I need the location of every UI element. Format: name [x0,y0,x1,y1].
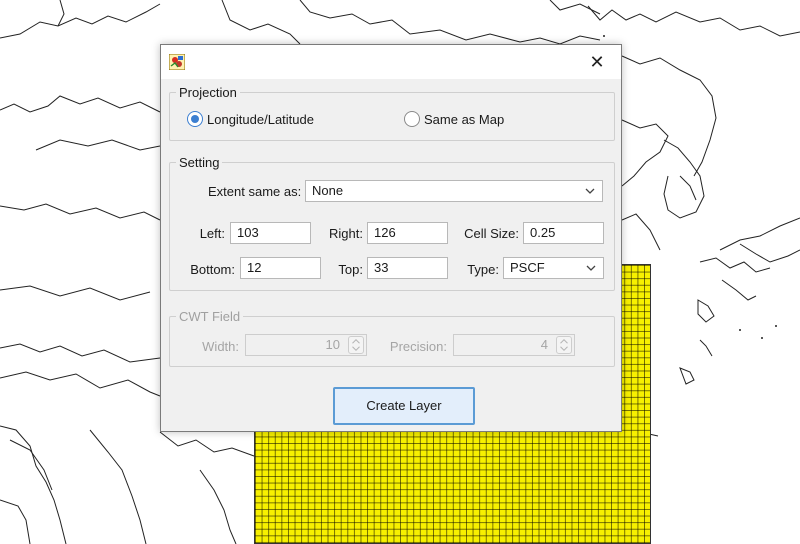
longitude-latitude-label[interactable]: Longitude/Latitude [207,112,314,127]
top-input[interactable]: 33 [367,257,448,279]
left-input[interactable]: 103 [230,222,311,244]
close-button[interactable]: ✕ [585,51,609,73]
extent-same-as-label: Extent same as: [208,184,302,199]
create-layer-button[interactable]: Create Layer [333,387,475,425]
bottom-input[interactable]: 12 [240,257,321,279]
longitude-latitude-radio[interactable] [187,111,203,127]
close-icon: ✕ [589,52,605,72]
bottom-label: Bottom: [190,262,235,277]
extent-select-value: None [312,183,344,198]
precision-value: 4 [540,337,548,352]
spinner-arrows-icon[interactable] [556,336,572,354]
same-as-map-label[interactable]: Same as Map [424,112,504,127]
spinner-arrows-icon[interactable] [348,336,364,354]
right-input[interactable]: 126 [367,222,448,244]
setting-legend: Setting [179,155,220,170]
projection-legend: Projection [179,85,237,100]
dialog-titlebar: ✕ [161,45,621,79]
chevron-down-icon [585,188,595,194]
create-grid-layer-dialog: ✕ Projection Longitude/Latitude Same as … [160,44,622,432]
chevron-down-icon [586,265,596,271]
cwt-field-legend: CWT Field [179,309,241,324]
width-spinner[interactable]: 10 [245,334,367,356]
width-label: Width: [202,339,239,354]
cell-size-label: Cell Size: [464,226,519,241]
app-icon [169,54,185,70]
type-label: Type: [467,262,499,277]
type-select-value: PSCF [510,260,545,275]
type-select[interactable]: PSCF [503,257,604,279]
extent-select[interactable]: None [305,180,603,202]
width-value: 10 [325,337,340,352]
left-label: Left: [199,226,225,241]
cell-size-input[interactable]: 0.25 [523,222,604,244]
precision-spinner[interactable]: 4 [453,334,575,356]
right-label: Right: [329,226,363,241]
top-label: Top: [338,262,363,277]
precision-label: Precision: [389,339,447,354]
same-as-map-radio[interactable] [404,111,420,127]
